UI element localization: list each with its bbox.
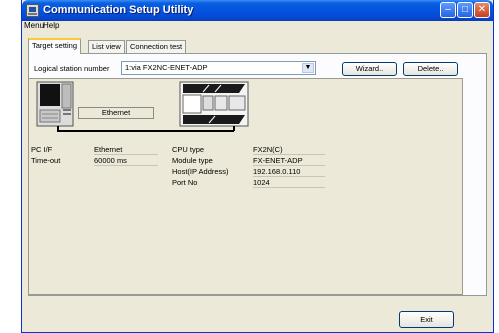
menu-bar: Menu Help — [22, 21, 493, 32]
ethernet-connection-label: Ethernet — [78, 107, 154, 119]
connection-line — [233, 126, 235, 131]
tab-target-setting[interactable]: Target setting — [28, 38, 82, 54]
pc-computer-icon[interactable] — [36, 81, 74, 127]
close-button[interactable]: ✕ — [474, 2, 490, 18]
ethernet-bus-line — [57, 130, 234, 132]
cpu-type-label: CPU type — [172, 145, 205, 154]
plc-device-icon[interactable] — [179, 81, 249, 127]
title-bar[interactable]: Communication Setup Utility – □ ✕ — [22, 0, 493, 21]
minimize-button[interactable]: – — [440, 2, 456, 18]
pc-if-value: Ethernet — [94, 145, 158, 155]
delete-button[interactable]: Delete.. — [403, 62, 458, 76]
station-number-select[interactable]: 1:via FX2NC-ENET-ADP ▼ — [121, 61, 316, 75]
dropdown-arrow-icon[interactable]: ▼ — [302, 63, 314, 73]
connection-diagram: Ethernet PC I/F Ethernet Time-out 60000 … — [28, 78, 463, 295]
window-title: Communication Setup Utility — [43, 4, 194, 16]
menu-item-menu[interactable]: Menu — [24, 21, 44, 30]
port-no-value: 1024 — [253, 178, 325, 188]
tab-list-view[interactable]: List view — [88, 40, 125, 53]
pc-if-label: PC I/F — [31, 145, 53, 154]
maximize-button[interactable]: □ — [457, 2, 473, 18]
menu-item-help[interactable]: Help — [43, 21, 59, 30]
tab-connection-test[interactable]: Connection test — [126, 40, 187, 53]
station-number-value: 1:via FX2NC-ENET-ADP — [125, 63, 208, 72]
timeout-value: 60000 ms — [94, 156, 158, 166]
exit-button[interactable]: Exit — [399, 311, 454, 328]
port-no-label: Port No — [172, 178, 198, 187]
timeout-label: Time-out — [31, 156, 61, 165]
cpu-type-value: FX2N(C) — [253, 145, 325, 155]
app-icon[interactable] — [26, 4, 39, 17]
wizard-button[interactable]: Wizard.. — [342, 62, 397, 76]
host-ip-label: Host(IP Address) — [172, 167, 229, 176]
module-type-label: Module type — [172, 156, 213, 165]
module-type-value: FX-ENET-ADP — [253, 156, 325, 166]
host-ip-value: 192.168.0.110 — [253, 167, 325, 177]
station-number-label: Logical station number — [34, 64, 110, 73]
